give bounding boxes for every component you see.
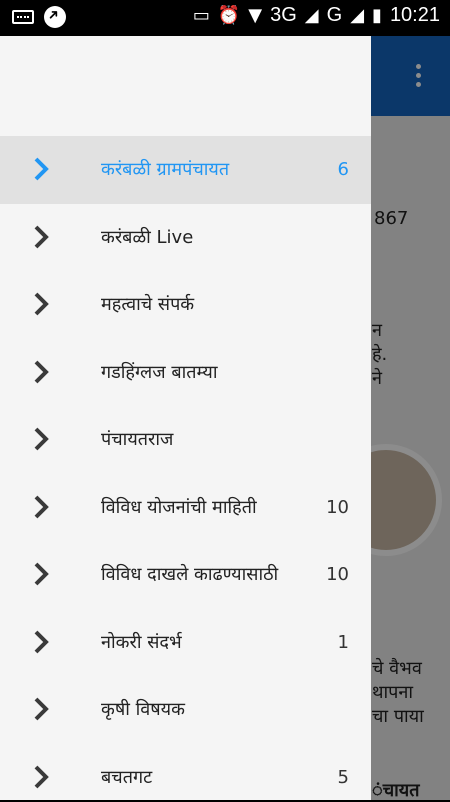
menu-item-label: गडहिंग्लज बातम्या: [101, 361, 218, 383]
menu-item-karambali-grampanchayat[interactable]: करंबळी ग्रामपंचायत 6: [0, 136, 371, 204]
chevron-right-icon: [28, 426, 54, 452]
menu-item-count: 5: [337, 766, 349, 788]
chevron-right-icon: [28, 494, 54, 520]
chevron-right-icon: [28, 291, 54, 317]
menu-item-count: 6: [337, 159, 349, 180]
menu-item-label: नोकरी संदर्भ: [101, 631, 182, 653]
menu-item-label: महत्वाचे संपर्क: [101, 294, 195, 315]
menu-item-label: विविध दाखले काढण्यासाठी: [101, 564, 279, 585]
chevron-right-icon: [28, 696, 54, 722]
menu-item-label: विविध योजनांची माहिती: [101, 496, 257, 518]
chevron-right-icon: [28, 629, 54, 655]
menu-item-count: 10: [326, 496, 349, 518]
menu-item-label: कृषी विषयक: [101, 699, 185, 720]
alarm-icon: ⏰: [217, 5, 241, 26]
menu-item-label: पंचायतराज: [101, 429, 174, 450]
menu-item-agriculture[interactable]: कृषी विषयक: [0, 676, 371, 744]
menu-item-certificates[interactable]: विविध दाखले काढण्यासाठी 10: [0, 541, 371, 609]
menu-item-panchayatraj[interactable]: पंचायतराज: [0, 406, 371, 474]
keyboard-icon: [12, 10, 34, 24]
menu-item-self-help-groups[interactable]: बचतगट 5: [0, 744, 371, 801]
network-g-label: G: [326, 4, 343, 26]
chevron-right-icon: [28, 764, 54, 790]
drawer-header: [0, 36, 371, 136]
cast-icon: ▭: [192, 5, 210, 26]
chevron-right-icon: [28, 156, 54, 182]
signal-icon: ◢: [304, 5, 319, 26]
battery-icon: ▮: [372, 5, 382, 26]
menu-item-jobs[interactable]: नोकरी संदर्भ 1: [0, 609, 371, 677]
menu-item-label: करंबळी Live: [101, 226, 194, 248]
menu-item-schemes-info[interactable]: विविध योजनांची माहिती 10: [0, 474, 371, 542]
app-notification-icon: [44, 6, 66, 28]
menu-item-count: 10: [326, 564, 349, 585]
menu-item-count: 1: [337, 631, 349, 653]
chevron-right-icon: [28, 359, 54, 385]
chevron-right-icon: [28, 224, 54, 250]
menu-item-label: बचतगट: [101, 766, 153, 788]
menu-item-important-contacts[interactable]: महत्वाचे संपर्क: [0, 271, 371, 339]
menu-item-karambali-live[interactable]: करंबळी Live: [0, 204, 371, 272]
signal-icon: ◢: [350, 5, 365, 26]
menu-item-gadhinglaj-news[interactable]: गडहिंग्लज बातम्या: [0, 339, 371, 407]
chevron-right-icon: [28, 561, 54, 587]
navigation-drawer: करंबळी ग्रामपंचायत 6 करंबळी Live महत्वाच…: [0, 36, 371, 800]
menu-item-label: करंबळी ग्रामपंचायत: [101, 159, 230, 180]
wifi-icon: ▼: [248, 5, 263, 26]
network-3g-label: 3G: [270, 4, 297, 26]
status-time: 10:21: [389, 4, 440, 26]
status-bar: ▭ ⏰ ▼ 3G ◢ G ◢ ▮ 10:21: [0, 0, 450, 36]
